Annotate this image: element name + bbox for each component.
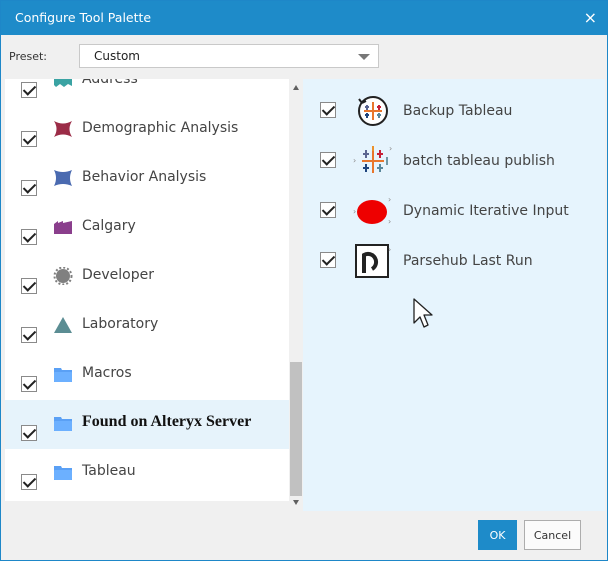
item-label: Laboratory <box>82 316 159 332</box>
checkbox[interactable] <box>21 180 37 196</box>
checkbox[interactable] <box>320 252 336 268</box>
parsehub-icon: › <box>355 244 391 278</box>
tool-item-dynamic-iterative-input[interactable]: › › › Dynamic Iterative Input <box>303 185 605 229</box>
checkbox[interactable] <box>320 152 336 168</box>
item-label: Behavior Analysis <box>82 169 207 185</box>
calgary-icon <box>54 221 72 234</box>
checkbox[interactable] <box>320 202 336 218</box>
preset-value: Custom <box>94 49 140 63</box>
list-item-calgary[interactable]: Calgary <box>5 204 289 253</box>
chevron-down-icon[interactable] <box>358 54 370 60</box>
checkbox[interactable] <box>21 278 37 294</box>
folder-icon <box>54 466 72 480</box>
tool-item-batch-tableau-publish[interactable]: › › batch tableau publish <box>303 135 605 179</box>
item-label: Developer <box>82 267 155 283</box>
tool-label: Backup Tableau <box>403 103 513 119</box>
item-label: Demographic Analysis <box>82 120 239 136</box>
backup-tableau-icon <box>358 96 388 126</box>
tableau-publish-icon: › › <box>353 144 392 173</box>
tool-label: Dynamic Iterative Input <box>403 203 569 219</box>
item-label: Calgary <box>82 218 136 234</box>
list-item-address[interactable]: Address <box>5 79 289 106</box>
item-label: Found on Alteryx Server <box>82 413 252 430</box>
checkbox[interactable] <box>21 82 37 98</box>
list-item-found-on-alteryx-server[interactable]: Found on Alteryx Server <box>5 400 289 449</box>
folder-icon <box>54 368 72 382</box>
scrollbar-thumb[interactable] <box>290 362 302 496</box>
dialog-footer: OK Cancel <box>1 511 607 560</box>
laboratory-icon <box>54 317 72 333</box>
checkbox[interactable] <box>21 376 37 392</box>
checkbox[interactable] <box>21 327 37 343</box>
tool-category-list: Address Demographic Analysis Behavior An… <box>5 79 289 501</box>
item-label: Address <box>82 79 138 87</box>
behavior-analysis-icon <box>54 170 72 186</box>
list-item-demographic-analysis[interactable]: Demographic Analysis <box>5 106 289 155</box>
address-icon <box>54 79 72 87</box>
mouse-pointer-icon <box>413 298 433 328</box>
checkbox[interactable] <box>320 102 336 118</box>
ok-button[interactable]: OK <box>478 520 517 550</box>
scroll-down-icon[interactable] <box>293 500 299 505</box>
tool-list: Backup Tableau › › batch tableau publish <box>303 79 605 511</box>
svg-text:›: › <box>353 207 356 216</box>
svg-text:›: › <box>388 217 391 226</box>
configure-tool-palette-dialog: Configure Tool Palette × Preset: Custom … <box>0 0 608 561</box>
list-item-macros[interactable]: Macros <box>5 351 289 400</box>
svg-text:›: › <box>388 245 391 254</box>
list-item-tableau[interactable]: Tableau <box>5 449 289 498</box>
tool-label: Parsehub Last Run <box>403 253 533 269</box>
preset-label: Preset: <box>9 50 48 63</box>
red-blob-icon: › › › <box>353 195 391 226</box>
checkbox[interactable] <box>21 131 37 147</box>
item-label: Macros <box>82 365 132 381</box>
cancel-button[interactable]: Cancel <box>524 520 581 550</box>
dialog-title: Configure Tool Palette <box>15 10 152 25</box>
folder-icon <box>54 417 72 431</box>
preset-dropdown[interactable]: Custom <box>79 44 379 68</box>
preset-row: Preset: Custom <box>1 35 607 79</box>
svg-text:›: › <box>388 195 391 204</box>
close-icon[interactable]: × <box>584 8 597 27</box>
svg-text:›: › <box>353 156 356 165</box>
left-list-scrollbar[interactable] <box>290 79 303 511</box>
scroll-up-icon[interactable] <box>293 85 299 90</box>
svg-text:›: › <box>389 144 392 153</box>
tool-label: batch tableau publish <box>403 153 555 169</box>
list-item-behavior-analysis[interactable]: Behavior Analysis <box>5 155 289 204</box>
title-bar: Configure Tool Palette × <box>1 1 607 35</box>
list-item-developer[interactable]: Developer <box>5 253 289 302</box>
item-label: Tableau <box>82 463 136 479</box>
demographic-analysis-icon <box>54 121 72 137</box>
checkbox[interactable] <box>21 229 37 245</box>
list-item-laboratory[interactable]: Laboratory <box>5 302 289 351</box>
checkbox[interactable] <box>21 474 37 490</box>
tool-item-backup-tableau[interactable]: Backup Tableau <box>303 85 605 129</box>
gear-icon <box>53 267 73 285</box>
checkbox[interactable] <box>21 425 37 441</box>
tool-item-parsehub-last-run[interactable]: › Parsehub Last Run <box>303 235 605 279</box>
